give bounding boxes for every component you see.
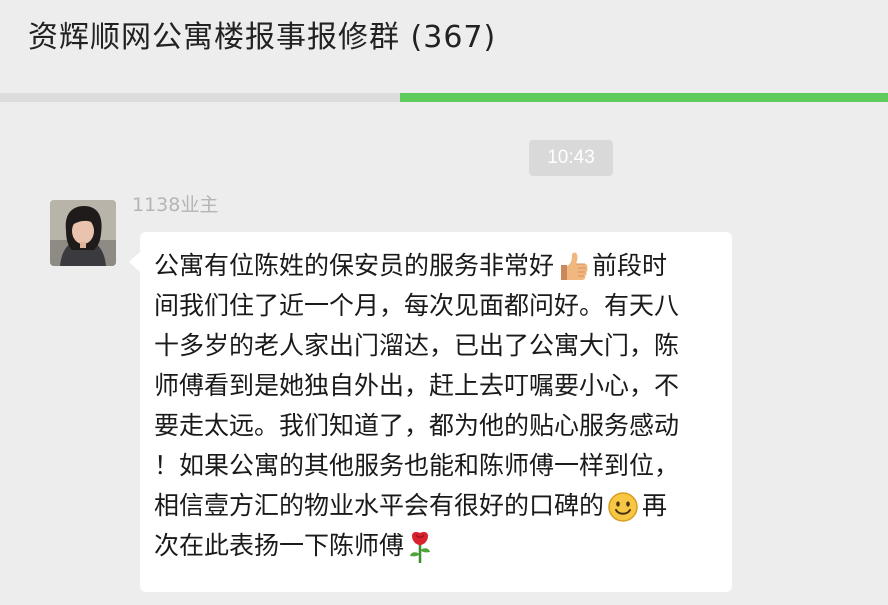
sender-name: 1138业主 bbox=[132, 194, 219, 216]
message-line-text: 次在此表扬一下陈师傅 bbox=[154, 531, 405, 560]
message-line: ！如果公寓的其他服务也能和陈师傅一样到位， bbox=[154, 451, 680, 480]
chat-header: 资辉顺网公寓楼报事报修群 (367) bbox=[0, 0, 888, 90]
avatar[interactable] bbox=[50, 200, 116, 266]
progress-fill bbox=[399, 93, 888, 102]
message-line: 相信壹方汇的物业水平会有很好的口碑的 再 bbox=[154, 486, 730, 526]
group-title: 资辉顺网公寓楼报事报修群 (367) bbox=[28, 20, 497, 55]
smile-icon bbox=[607, 491, 639, 523]
message-line: 十多岁的老人家出门溜达，已出了公寓大门，陈 bbox=[154, 331, 680, 360]
thumbs-up-icon bbox=[557, 252, 589, 282]
message-line-text: 相信壹方汇的物业水平会有很好的口碑的 bbox=[154, 491, 605, 520]
profile-photo-icon bbox=[50, 200, 116, 266]
message-line: 间我们住了近一个月，每次见面都问好。有天八 bbox=[154, 291, 680, 320]
message-text: 公寓有位陈姓的保安员的服务非常好 前段时 间我们住了近一个月，每次见面都问好。有… bbox=[154, 246, 730, 566]
message-bubble[interactable]: 公寓有位陈姓的保安员的服务非常好 前段时 间我们住了近一个月，每次见面都问好。有… bbox=[129, 232, 732, 592]
message-line-text: 公寓有位陈姓的保安员的服务非常好 bbox=[154, 251, 555, 280]
message-line-text: 再 bbox=[642, 491, 668, 520]
rose-icon bbox=[407, 530, 433, 564]
message-line: 次在此表扬一下陈师傅 bbox=[154, 526, 730, 566]
message-timestamp: 10:43 bbox=[529, 140, 613, 176]
message-line: 要走太远。我们知道了，都为他的贴心服务感动 bbox=[154, 411, 680, 440]
message-line-text: 前段时 bbox=[592, 251, 668, 280]
progress-bar bbox=[0, 93, 888, 102]
message-line: 公寓有位陈姓的保安员的服务非常好 前段时 bbox=[154, 246, 730, 286]
message-line: 师傅看到是她独自外出，赶上去叮嘱要小心，不 bbox=[154, 371, 680, 400]
